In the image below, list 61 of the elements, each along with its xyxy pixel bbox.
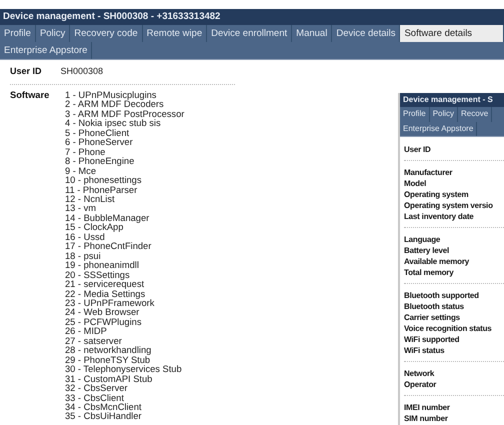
list-item: 13 - vm (65, 204, 97, 214)
field-label: WiFi status (404, 345, 446, 356)
field-label: Bluetooth status (404, 301, 465, 312)
field-label: Software (10, 91, 50, 102)
list-item: 21 - servicerequest (65, 280, 146, 290)
list-item: 17 - PhoneCntFinder (65, 242, 152, 252)
field-label: Model (404, 178, 428, 189)
list-item: 8 - PhoneEngine (65, 157, 136, 167)
list-item: 31 - CustomAPI Stub (65, 374, 152, 384)
list-item: 27 - satserver (65, 336, 123, 346)
list-item: 34 - CbsMcnClient (65, 402, 142, 412)
list-item: 15 - ClockApp (65, 223, 124, 233)
field-label: Available memory (404, 256, 470, 267)
field-label: Operating system (404, 189, 470, 200)
list-item: 20 - SSSettings (65, 270, 130, 280)
list-item: 25 - PCFWPlugins (65, 318, 142, 328)
list-item: 9 - Mce (65, 166, 96, 176)
field-label: Total memory (404, 267, 454, 278)
field-label: SIM number (404, 413, 449, 424)
list-item: 12 - NcnList (65, 194, 116, 204)
field-label: Language (404, 234, 442, 245)
list-item: 33 - CbsClient (65, 394, 125, 403)
field-label: WiFi supported (404, 334, 460, 345)
list-item: 14 - BubbleManager (65, 214, 150, 223)
list-item: 23 - UPnPFramework (65, 298, 156, 308)
list-item: 16 - Ussd (65, 232, 105, 242)
field-label: IMEI number (404, 402, 451, 413)
list-item: 7 - Phone (65, 148, 106, 157)
field-label: Last inventory date (404, 211, 475, 222)
list-item: 22 - Media Settings (65, 290, 146, 299)
list-item: 19 - phoneanimdll (65, 261, 140, 271)
field-label: Operator (404, 379, 438, 390)
field-label: Battery level (404, 245, 450, 256)
list-item: 11 - PhoneParser (65, 186, 138, 195)
window-title: Device management - SH000308 - +31633313482 (0, 9, 504, 25)
list-item: 28 - networkhandling (65, 346, 152, 356)
tab[interactable]: Software details (400, 25, 504, 42)
list-item: 5 - PhoneClient (65, 128, 130, 138)
field-label: Network (404, 368, 436, 379)
list-item: 10 - phonesettings (65, 176, 142, 186)
list-item: 6 - PhoneServer (65, 138, 134, 148)
list-item: 30 - Telephonyservices Stub (65, 365, 183, 375)
field-label: Bluetooth supported (404, 290, 480, 301)
list-item: 24 - Web Browser (65, 308, 140, 318)
field-value: SH000308 (60, 65, 104, 78)
list-item: 35 - CbsUiHandler (65, 412, 142, 422)
list-item: 29 - PhoneTSY Stub (65, 356, 150, 365)
list-item: 2 - ARM MDF Decoders (65, 100, 165, 110)
list-item: 3 - ARM MDF PostProcessor (65, 110, 184, 119)
field-label: User ID (10, 65, 42, 78)
list-item: 32 - CbsServer (65, 384, 129, 394)
field-label: User ID (404, 144, 432, 155)
field-label: Carrier settings (404, 312, 461, 323)
list-item: 18 - psui (65, 252, 102, 261)
window-title: Device management - S (400, 93, 504, 107)
field-label: Voice recognition status (404, 323, 493, 334)
list-item: 1 - UPnPMusicplugins (65, 91, 158, 100)
field-label: Operating system versio (404, 200, 494, 211)
list-item: 26 - MIDP (65, 327, 107, 337)
field-label: Manufacturer (404, 167, 454, 178)
list-item: 4 - Nokia ipsec stub sis (65, 119, 162, 129)
